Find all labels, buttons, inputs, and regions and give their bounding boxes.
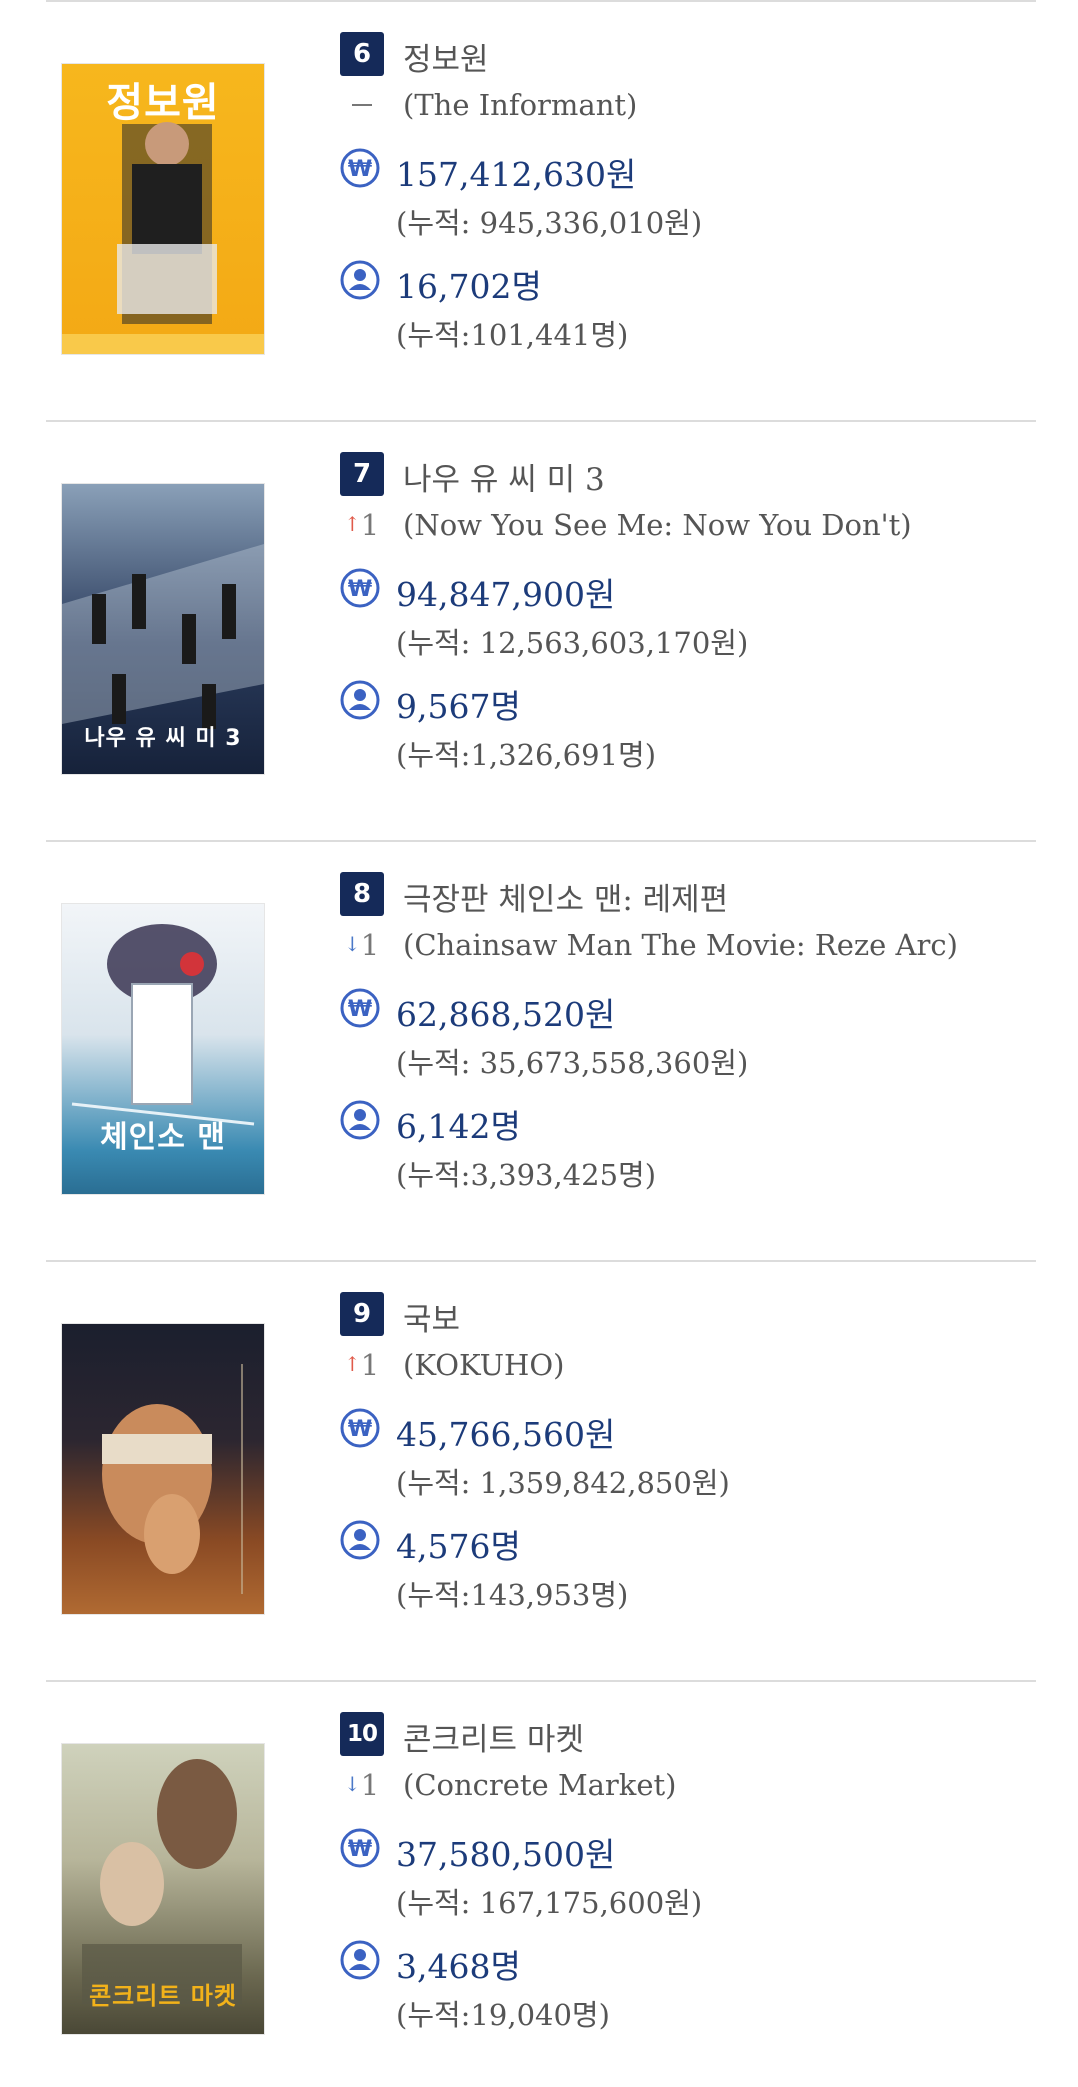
movie-entry[interactable]: 나우 유 씨 미 3 7 나우 유 씨 미 3 ↑1 (Now You See …: [0, 420, 1078, 840]
poster-title-text: 체인소 맨: [100, 1120, 226, 1155]
person-icon: [340, 1940, 380, 1980]
divider: [46, 840, 1036, 842]
total-audience: (누적:3,393,425명): [396, 1158, 657, 1192]
rank-change-value: 1: [360, 1768, 380, 1802]
daily-sales: 45,766,560원: [396, 1415, 616, 1454]
divider: [46, 1260, 1036, 1262]
poster-title-text: 콘크리트 마켓: [89, 1982, 237, 2010]
rank-change: ↑1: [344, 1348, 390, 1382]
rank-change: ↓1: [344, 928, 390, 962]
daily-sales: 94,847,900원: [396, 575, 616, 614]
svg-text:₩: ₩: [348, 997, 372, 1022]
daily-audience: 6,142명: [396, 1107, 521, 1146]
arrow-down-icon: ↓: [344, 932, 361, 956]
total-audience: (누적:143,953명): [396, 1578, 629, 1612]
movie-title-en: (The Informant): [403, 88, 638, 122]
daily-audience: 4,576명: [396, 1527, 521, 1566]
daily-sales: 37,580,500원: [396, 1835, 616, 1874]
poster-image: 정보원: [62, 64, 264, 354]
won-currency-icon: ₩: [340, 1408, 380, 1448]
svg-text:₩: ₩: [348, 1417, 372, 1442]
movie-poster[interactable]: 나우 유 씨 미 3: [62, 484, 264, 774]
rank-change-value: 1: [360, 928, 380, 962]
total-sales: (누적: 1,359,842,850원): [396, 1466, 730, 1500]
movie-title-en: (Now You See Me: Now You Don't): [403, 508, 912, 542]
movie-title-ko[interactable]: 정보원: [403, 34, 489, 79]
svg-text:₩: ₩: [348, 157, 372, 182]
movie-title-ko[interactable]: 콘크리트 마켓: [403, 1714, 584, 1759]
poster-image: 콘크리트 마켓: [62, 1744, 264, 2034]
movie-entry[interactable]: 콘크리트 마켓 10 콘크리트 마켓 ↓1 (Concrete Market) …: [0, 1680, 1078, 2087]
daily-audience: 16,702명: [396, 267, 542, 306]
daily-sales: 62,868,520원: [396, 995, 616, 1034]
rank-badge: 10: [340, 1712, 384, 1756]
won-currency-icon: ₩: [340, 568, 380, 608]
movie-title-ko[interactable]: 국보: [403, 1294, 460, 1339]
total-audience: (누적:1,326,691명): [396, 738, 657, 772]
movie-title-en: (Concrete Market): [403, 1768, 677, 1802]
poster-image: 국보: [62, 1324, 264, 1614]
total-audience: (누적:19,040명): [396, 1998, 610, 2032]
total-sales: (누적: 167,175,600원): [396, 1886, 703, 1920]
total-sales: (누적: 35,673,558,360원): [396, 1046, 749, 1080]
rank-change: ↑1: [344, 508, 390, 542]
movie-entry[interactable]: 체인소 맨 8 극장판 체인소 맨: 레제편 ↓1 (Chainsaw Man …: [0, 840, 1078, 1260]
divider: [46, 420, 1036, 422]
daily-audience: 3,468명: [396, 1947, 521, 1986]
movie-poster[interactable]: 콘크리트 마켓: [62, 1744, 264, 2034]
won-currency-icon: ₩: [340, 148, 380, 188]
rank-change: [344, 88, 390, 122]
total-sales: (누적: 12,563,603,170원): [396, 626, 749, 660]
daily-sales: 157,412,630원: [396, 155, 637, 194]
movie-title-en: (Chainsaw Man The Movie: Reze Arc): [403, 928, 958, 962]
rank-badge: 7: [340, 452, 384, 496]
person-icon: [340, 1100, 380, 1140]
movie-title-ko[interactable]: 나우 유 씨 미 3: [403, 454, 605, 499]
movie-title-en: (KOKUHO): [403, 1348, 565, 1382]
rank-badge: 9: [340, 1292, 384, 1336]
movie-entry[interactable]: 정보원 6 정보원 (The Informant) ₩ 157,412,630원…: [0, 0, 1078, 420]
person-icon: [340, 1520, 380, 1560]
rank-change: ↓1: [344, 1768, 390, 1802]
box-office-list: 정보원 6 정보원 (The Informant) ₩ 157,412,630원…: [0, 0, 1078, 2087]
poster-image: 나우 유 씨 미 3: [62, 484, 264, 774]
daily-audience: 9,567명: [396, 687, 521, 726]
movie-poster[interactable]: 체인소 맨: [62, 904, 264, 1194]
total-audience: (누적:101,441명): [396, 318, 629, 352]
rank-change-value: 1: [360, 1348, 380, 1382]
person-icon: [340, 260, 380, 300]
no-change-dash-icon: [352, 104, 372, 106]
arrow-up-icon: ↑: [344, 512, 361, 536]
arrow-up-icon: ↑: [344, 1352, 361, 1376]
divider: [46, 0, 1036, 2]
won-currency-icon: ₩: [340, 988, 380, 1028]
rank-change-value: 1: [360, 508, 380, 542]
movie-title-ko[interactable]: 극장판 체인소 맨: 레제편: [403, 874, 728, 919]
won-currency-icon: ₩: [340, 1828, 380, 1868]
divider: [46, 1680, 1036, 1682]
poster-image: 체인소 맨: [62, 904, 264, 1194]
poster-art: [102, 1364, 243, 1594]
poster-title-text: 정보원: [106, 80, 220, 126]
movie-poster[interactable]: 국보: [62, 1324, 264, 1614]
rank-badge: 8: [340, 872, 384, 916]
total-sales: (누적: 945,336,010원): [396, 206, 703, 240]
movie-poster[interactable]: 정보원: [62, 64, 264, 354]
person-icon: [340, 680, 380, 720]
svg-text:₩: ₩: [348, 577, 372, 602]
movie-entry[interactable]: 국보 9 국보 ↑1 (KOKUHO) ₩ 45,766,560원 (누적: 1…: [0, 1260, 1078, 1680]
rank-badge: 6: [340, 32, 384, 76]
poster-title-text: 나우 유 씨 미 3: [84, 726, 242, 751]
arrow-down-icon: ↓: [344, 1772, 361, 1796]
svg-text:₩: ₩: [348, 1837, 372, 1862]
